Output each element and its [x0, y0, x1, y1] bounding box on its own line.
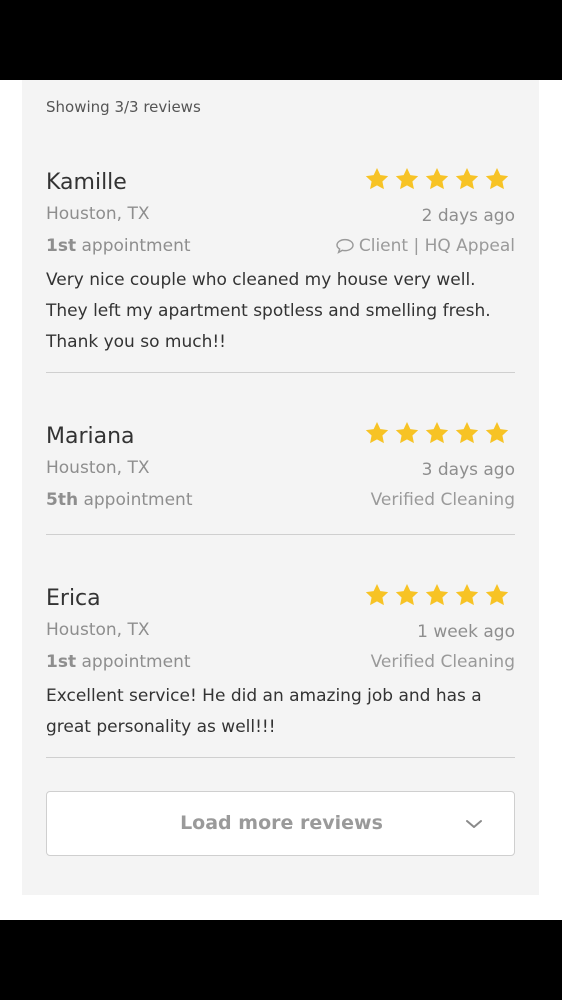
review-time: 3 days ago: [421, 460, 515, 480]
appointment-count: 1st appointment: [46, 236, 191, 256]
review-item: Mariana Houston, TX 3 days ago 5th appoi…: [46, 421, 515, 544]
load-more-button[interactable]: Load more reviews: [46, 791, 515, 856]
star-icon: [365, 583, 389, 606]
appointment-number: 1st: [46, 652, 77, 672]
reviewer-name: Mariana: [46, 424, 135, 449]
star-rating: [364, 420, 510, 446]
review-text: Excellent service! He did an amazing job…: [46, 686, 482, 737]
appointment-count: 1st appointment: [46, 652, 191, 672]
review-source: Client | HQ Appeal: [335, 236, 515, 256]
appointment-number: 1st: [46, 236, 77, 256]
reviewer-location: Houston, TX: [46, 204, 150, 224]
star-icon: [455, 583, 479, 606]
reviews-panel: Showing 3/3 reviews Kamille Houston, TX …: [22, 80, 539, 895]
chevron-down-icon: [466, 820, 482, 828]
review-source-label: Verified Cleaning: [370, 652, 515, 672]
star-icon: [425, 583, 449, 606]
review-source: Verified Cleaning: [371, 490, 515, 510]
star-icon: [485, 167, 509, 190]
reviewer-location: Houston, TX: [46, 458, 150, 478]
reviewer-name: Kamille: [46, 170, 127, 195]
load-more-label: Load more reviews: [180, 812, 383, 834]
review-divider: [46, 372, 515, 373]
star-icon: [485, 421, 509, 444]
star-icon: [395, 421, 419, 444]
chat-icon: [336, 238, 354, 254]
review-item: Kamille Houston, TX 2 days ago 1st appoi…: [46, 167, 515, 370]
star-rating: [364, 582, 510, 608]
star-icon: [485, 583, 509, 606]
review-time: 1 week ago: [417, 622, 515, 642]
appointment-word: appointment: [81, 652, 191, 672]
appointment-word: appointment: [83, 490, 193, 510]
appointment-word: appointment: [81, 236, 191, 256]
appointment-number: 5th: [46, 490, 79, 510]
appointment-count: 5th appointment: [46, 490, 193, 510]
reviewer-location: Houston, TX: [46, 620, 150, 640]
reviews-count: Showing 3/3 reviews: [46, 98, 201, 116]
star-icon: [365, 167, 389, 190]
review-divider: [46, 534, 515, 535]
star-icon: [425, 167, 449, 190]
review-item: Erica Houston, TX 1 week ago 1st appoint…: [46, 583, 515, 756]
review-source-label: Client | HQ Appeal: [358, 236, 515, 256]
star-icon: [425, 421, 449, 444]
reviewer-name: Erica: [46, 586, 101, 611]
star-icon: [455, 421, 479, 444]
review-text: Very nice couple who cleaned my house ve…: [46, 270, 491, 352]
review-time: 2 days ago: [421, 206, 515, 226]
review-source-label: Verified Cleaning: [370, 490, 515, 510]
star-icon: [365, 421, 389, 444]
star-icon: [395, 167, 419, 190]
review-divider: [46, 757, 515, 758]
star-icon: [395, 583, 419, 606]
review-source: Verified Cleaning: [371, 652, 515, 672]
star-rating: [364, 166, 510, 192]
star-icon: [455, 167, 479, 190]
